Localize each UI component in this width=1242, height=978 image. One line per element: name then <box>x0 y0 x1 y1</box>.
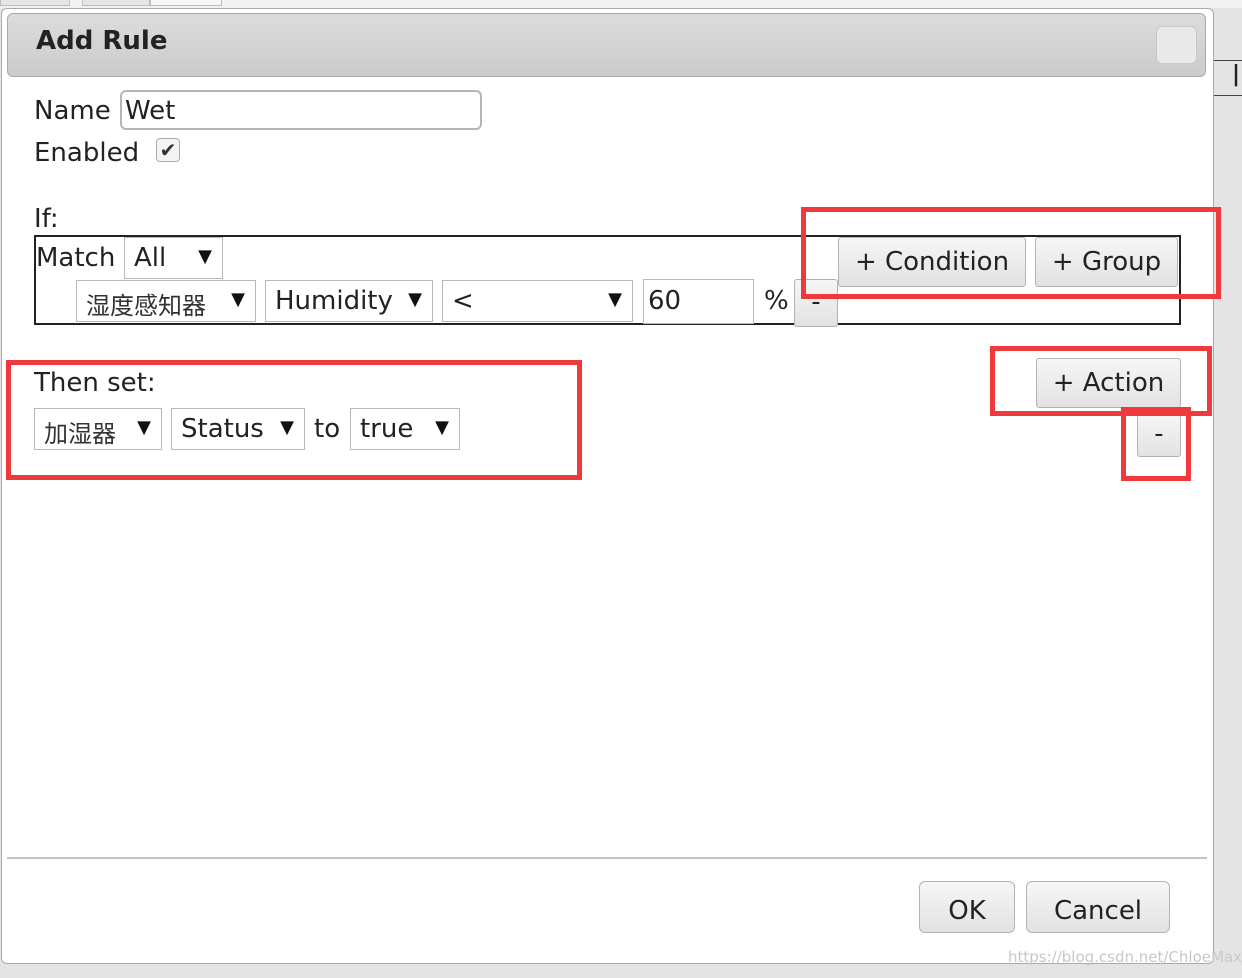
annotation-box <box>6 360 582 480</box>
dialog-title: Add Rule <box>36 26 168 56</box>
name-input[interactable]: Wet <box>120 90 482 130</box>
name-label: Name <box>34 96 111 126</box>
background-divider <box>1214 60 1242 61</box>
chevron-down-icon: ▼ <box>198 246 212 267</box>
condition-device-value: 湿度感知器 <box>86 292 206 320</box>
chevron-down-icon: ▼ <box>231 289 245 310</box>
dialog-titlebar <box>7 13 1206 77</box>
background-edge-glyph: | <box>1232 62 1241 87</box>
condition-operator-select[interactable]: < ▼ <box>442 280 633 322</box>
enabled-checkbox[interactable]: ✔ <box>156 138 180 162</box>
check-icon: ✔ <box>159 138 177 162</box>
close-button[interactable] <box>1156 26 1197 64</box>
condition-value-input[interactable]: 60 <box>643 279 754 324</box>
background-tab[interactable] <box>0 0 70 6</box>
annotation-box <box>1121 407 1191 481</box>
cancel-button[interactable]: Cancel <box>1026 881 1170 933</box>
match-select[interactable]: All ▼ <box>124 237 223 279</box>
condition-unit-label: % <box>764 286 789 316</box>
match-label: Match <box>36 243 116 273</box>
condition-property-value: Humidity <box>275 286 393 316</box>
chevron-down-icon: ▼ <box>408 289 422 310</box>
condition-property-select[interactable]: Humidity ▼ <box>265 280 433 322</box>
condition-device-select[interactable]: 湿度感知器 ▼ <box>76 280 256 322</box>
watermark: https://blog.csdn.net/ChloeMax_ <box>1008 948 1242 966</box>
chevron-down-icon: ▼ <box>608 289 622 310</box>
annotation-box <box>801 207 1221 299</box>
condition-operator-value: < <box>452 286 474 316</box>
background-tab[interactable] <box>82 0 150 6</box>
background-divider <box>1214 95 1242 96</box>
match-select-value: All <box>134 243 167 273</box>
annotation-box <box>990 346 1212 416</box>
if-label: If: <box>34 204 59 234</box>
dialog-footer-divider <box>7 857 1207 859</box>
background-tab[interactable] <box>150 0 222 6</box>
ok-button[interactable]: OK <box>919 881 1015 933</box>
add-rule-dialog <box>1 8 1214 964</box>
enabled-label: Enabled <box>34 138 140 168</box>
